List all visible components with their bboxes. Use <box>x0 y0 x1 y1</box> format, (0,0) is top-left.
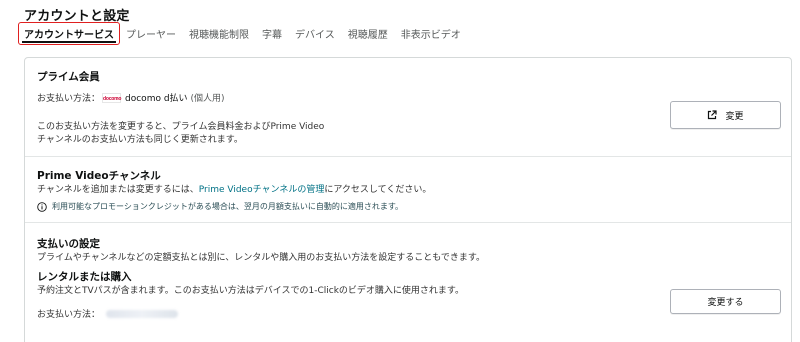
change-button-label: 変更 <box>725 111 744 122</box>
payment-settings-heading: 支払いの設定 <box>37 238 100 250</box>
change-rental-button-label: 変更する <box>707 298 744 308</box>
payment-settings-section: 支払いの設定 プライムやチャンネルなどの定額支払とは別に、レンタルや購入用のお支… <box>25 223 791 342</box>
tab-watch-history[interactable]: 視聴履歴 <box>348 26 388 41</box>
tab-devices[interactable]: デバイス <box>295 26 335 41</box>
prime-membership-heading: プライム会員 <box>37 71 100 83</box>
channels-text-after: にアクセスしてください。 <box>324 185 432 195</box>
tab-subtitles[interactable]: 字幕 <box>262 26 282 41</box>
prime-description-line1: このお支払い方法を変更すると、プライム会員料金およびPrime Video <box>37 122 325 132</box>
payment-method-note: (個人用) <box>190 94 225 104</box>
prime-video-channels-section: Prime Videoチャンネル チャンネルを追加または変更するには、Prime… <box>25 157 791 223</box>
tab-account-services[interactable]: アカウントサービス <box>18 21 120 45</box>
tab-hidden-videos[interactable]: 非表示ビデオ <box>401 26 461 41</box>
tab-player[interactable]: プレーヤー <box>126 26 176 41</box>
tab-parental-controls[interactable]: 視聴機能制限 <box>189 26 249 41</box>
payment-method-name: docomo d払い <box>125 94 188 104</box>
rental-payment-label: お支払い方法： <box>37 310 101 320</box>
change-rental-payment-button[interactable]: 変更する <box>670 289 781 314</box>
prime-description-line2: チャンネルのお支払い方法も同じく更新されます。 <box>37 135 243 145</box>
prime-membership-section: プライム会員 お支払い方法： docomo docomo d払い (個人用) こ… <box>25 58 791 157</box>
settings-tabs: アカウントサービス プレーヤー 視聴機能制限 字幕 デバイス 視聴履歴 非表示ビ… <box>18 21 474 45</box>
payment-method-label: お支払い方法： <box>37 94 101 104</box>
channels-heading: Prime Videoチャンネル <box>37 170 161 182</box>
payment-settings-description: プライムやチャンネルなどの定額支払とは別に、レンタルや購入用のお支払い方法を設定… <box>37 253 486 263</box>
info-icon <box>37 201 47 212</box>
account-settings-card: プライム会員 お支払い方法： docomo docomo d払い (個人用) こ… <box>24 57 792 342</box>
rental-payment-method: お支払い方法： <box>37 307 179 320</box>
rental-purchase-heading: レンタルまたは購入 <box>37 271 132 283</box>
prime-payment-method: お支払い方法： docomo docomo d払い (個人用) <box>37 91 225 104</box>
promo-credit-notice: 利用可能なプロモーションクレジットがある場合は、翌月の月額支払いに自動的に適用さ… <box>37 201 403 212</box>
channels-text-before: チャンネルを追加または変更するには、 <box>37 185 199 195</box>
rental-purchase-description: 予約注文とTVパスが含まれます。このお支払い方法はデバイスでの1-Clickのビ… <box>37 286 465 296</box>
change-prime-payment-button[interactable]: 変更 <box>670 101 781 129</box>
redacted-payment-method <box>106 309 179 318</box>
manage-channels-link[interactable]: Prime Videoチャンネルの管理 <box>199 185 325 195</box>
promo-credit-text: 利用可能なプロモーションクレジットがある場合は、翌月の月額支払いに自動的に適用さ… <box>52 202 404 211</box>
external-link-icon <box>708 110 718 120</box>
channels-description: チャンネルを追加または変更するには、Prime Videoチャンネルの管理にアク… <box>37 182 431 195</box>
docomo-logo-icon: docomo <box>102 92 121 103</box>
